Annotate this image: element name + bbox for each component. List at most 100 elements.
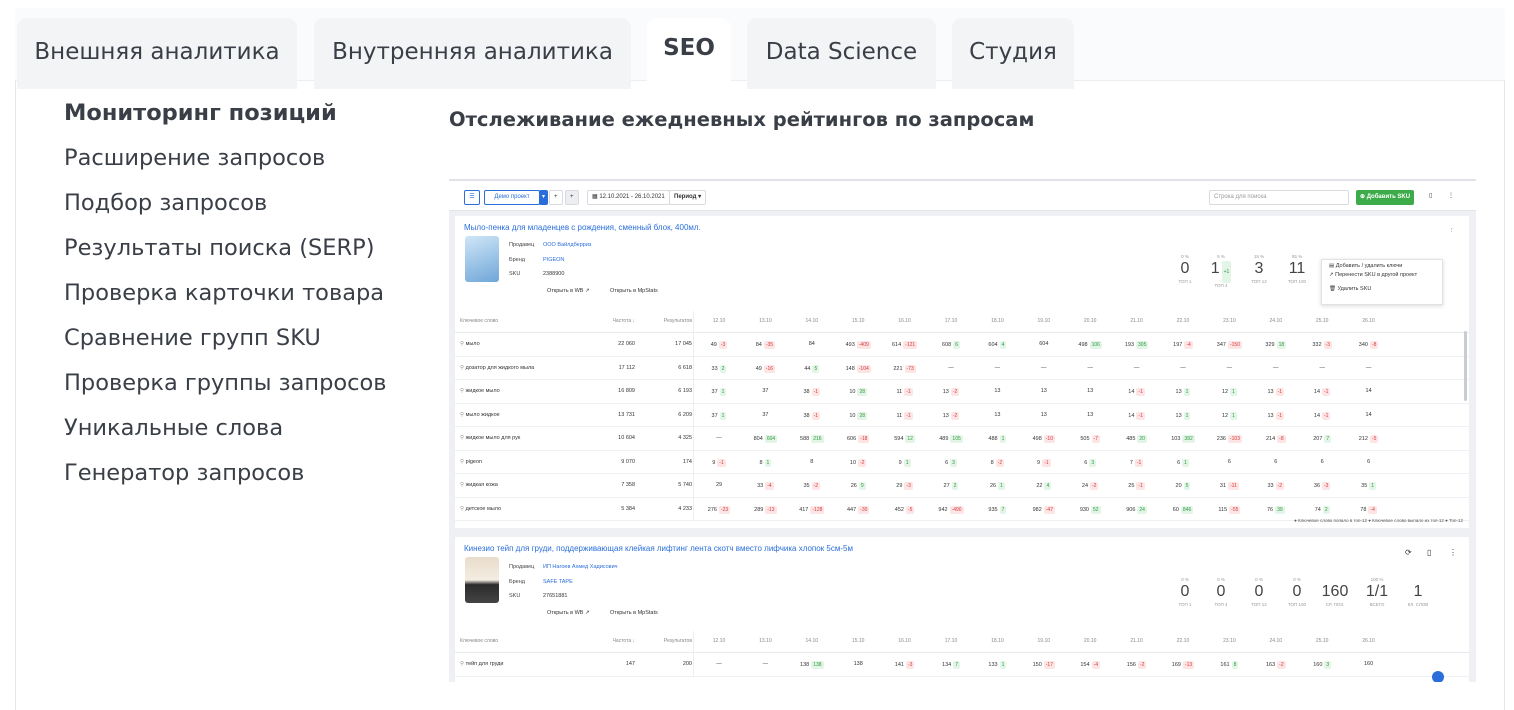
position-cell: 24 -2 [1067,482,1113,490]
position-value: 13 [1040,388,1047,394]
position-value: 197 [1173,342,1183,348]
tab-seo[interactable]: SEO [647,18,731,89]
position-value: 6 [1084,459,1088,466]
position-cell: 8 [789,459,835,465]
position-value: 236 [1216,436,1226,442]
position-value: 6 [1227,458,1231,465]
position-delta: -121 [903,341,918,349]
position-value: 26 [850,483,857,489]
sidebar-item-card-check[interactable]: Проверка карточки товара [64,276,404,311]
position-cell: 49 -3 [696,341,742,349]
open-wb-text: Открыть в WB [547,610,584,616]
position-cell: 115 -55 [1206,505,1252,514]
chevron-down-icon: ▾ [539,190,548,205]
column-date: 26.10 [1362,318,1375,324]
table-header: Ключевое слово Частота ↓ Результатов 12.10 1… [455,311,1469,333]
column-date: 24.10 [1269,318,1283,324]
plus-icon: ⊕ [1360,194,1367,200]
menu-item-edit-keys: ▤ Добавить / удалить ключи [1322,260,1442,272]
tab-internal-analytics[interactable]: Внутренняя аналитика [314,18,631,89]
more-icon: ⋮ [1449,228,1455,234]
position-value: 13 [1175,389,1182,395]
position-value: 22 [1036,483,1043,489]
position-value: 6 [1320,458,1324,465]
column-date: 20.10 [1083,638,1097,644]
position-cell: 35 1 [1346,482,1392,490]
position-value: 13 [942,389,949,395]
position-value: 498 [1032,436,1042,442]
position-delta: -3 [1322,482,1331,490]
position-cell: 935 7 [974,505,1020,514]
position-cell: 84 -35 [742,341,788,349]
column-date: 25.10 [1315,638,1329,644]
position-delta: 105 [950,435,963,443]
column-date: 26.10 [1362,638,1375,644]
position-cell: 10 28 [835,388,881,396]
stat-value: 0 [1180,260,1190,277]
position-delta: 7 [1324,435,1332,443]
position-value: 289 [754,506,764,513]
sidebar-item-query-group-check[interactable]: Проверка группы запросов [64,366,404,401]
sidebar-item-query-selection[interactable]: Подбор запросов [64,186,404,221]
position-value: 930 [1079,506,1089,513]
position-value: 329 [1265,342,1275,348]
position-cell: 276 -23 [696,505,742,514]
column-date: 21.10 [1130,638,1143,644]
stat-block: 100 % 1/1 ВСЕГО [1359,577,1395,607]
position-delta: 9 [858,482,866,490]
table-row: ⚲ мыло жидкое 13 731 6 209 37 1 37 38 -1 10 28 11-… [455,404,1469,427]
seo-sidebar: Мониторинг позиций Расширение запросов П… [64,96,404,501]
position-cell: 14 [1346,388,1392,394]
sidebar-item-position-monitoring[interactable]: Мониторинг позиций [64,96,404,131]
open-wb-link: Открыть в WB ↗ [547,610,590,616]
date-range: ▦ 12.10.2021 - 26.10.2021 [587,190,670,205]
position-delta: 20 [1137,435,1147,443]
tab-studio[interactable]: Студия [952,18,1074,89]
sidebar-item-serp[interactable]: Результаты поиска (SERP) [64,231,404,266]
position-delta: -13 [1182,661,1195,669]
position-value: — [1180,364,1186,371]
tab-external-analytics[interactable]: Внешняя аналитика [17,18,297,89]
results-cell: 5 740 [678,482,692,488]
position-value: 138 [800,662,810,668]
position-delta: -18 [858,435,870,443]
sidebar-item-sku-compare[interactable]: Сравнение групп SKU [64,321,404,356]
position-value: 12 [1221,389,1229,395]
position-value: 214 [1265,436,1276,442]
position-cell: 332 -3 [1299,341,1345,349]
frequency-cell: 7 358 [621,482,635,488]
position-value: 31 [1219,483,1227,489]
position-delta: 24 [1137,505,1147,514]
column-date: 12.10 [712,638,726,644]
position-value: 60 [1172,506,1179,513]
project-select: Демо проект [484,190,540,205]
position-cell: 33 -4 [742,482,788,490]
position-cell: 31 -11 [1206,482,1252,490]
frequency-cell: 13 731 [618,411,635,418]
position-cell: 44 5 [789,364,835,373]
position-cell: 13 [974,388,1020,394]
position-value: 8 [810,458,814,465]
position-cell: — [1346,365,1392,371]
position-cell: 133 1 [974,661,1020,669]
open-mpstats-link: Открыть в MpStats [610,288,658,294]
position-value: — [716,661,722,667]
sidebar-item-query-expansion[interactable]: Расширение запросов [64,141,404,176]
column-date: 23.10 [1223,318,1236,324]
position-value: 161 [1220,662,1230,668]
sidebar-item-unique-words[interactable]: Уникальные слова [64,411,404,446]
keyword-cell: ⚲ дозатор для жидкого мыла [460,365,534,371]
stat-block: 1 КЛ. СЛОВ [1400,577,1436,607]
position-delta: 28 [857,388,868,396]
position-value: 13 [994,388,1001,394]
sidebar-item-query-generator[interactable]: Генератор запросов [64,456,404,491]
position-delta: -8 [1277,435,1286,443]
keyword-cell: ⚲ детское мыло [460,506,501,512]
column-date: 14.10 [805,318,819,324]
tab-data-science[interactable]: Data Science [747,18,936,89]
position-cell: 81 [742,458,788,467]
more-icon: ⋮ [1449,548,1457,557]
position-value: 33 [1267,483,1274,489]
position-value: 6 [945,459,949,466]
position-value: 27 [943,483,950,489]
